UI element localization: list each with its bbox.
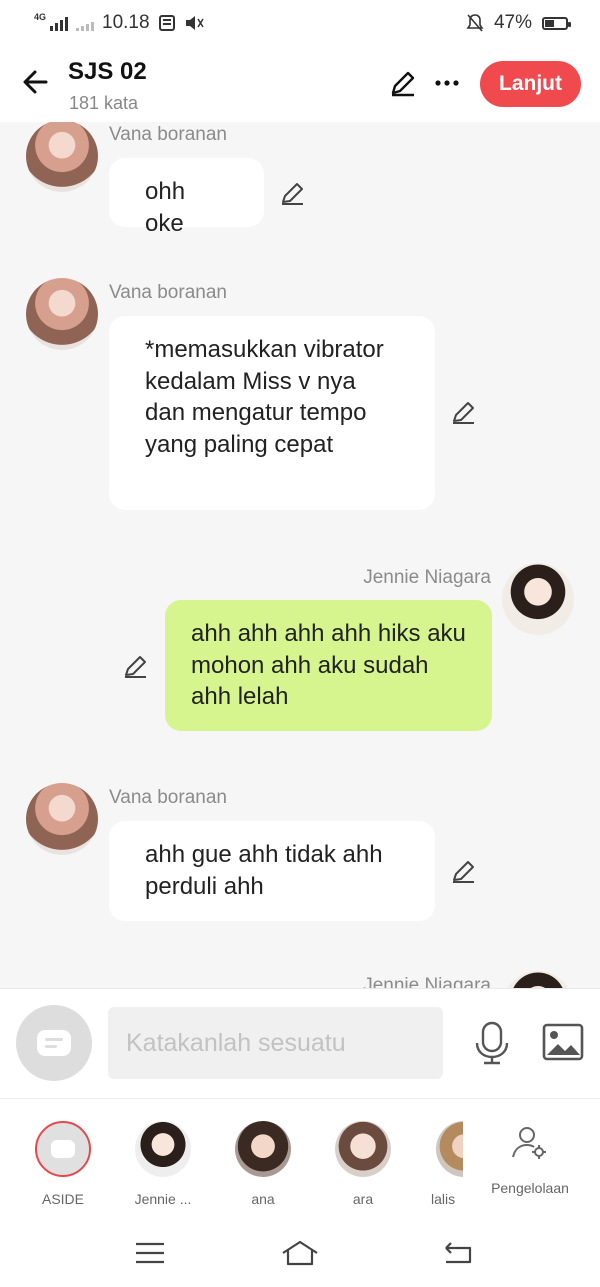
- back-icon[interactable]: [441, 1238, 475, 1268]
- notifications-off-icon: [466, 14, 484, 32]
- character-label: Jennie ...: [134, 1191, 192, 1207]
- message-input[interactable]: [108, 1007, 443, 1079]
- character-label: lalis: [431, 1191, 456, 1207]
- aside-icon: [35, 1121, 91, 1177]
- character-bar: ASIDE Jennie ... ana ara lalis Pengelola…: [0, 1098, 600, 1220]
- manage-label: Pengelolaan: [491, 1180, 569, 1196]
- character-aside[interactable]: ASIDE: [23, 1119, 103, 1207]
- pencil-icon[interactable]: [279, 179, 307, 207]
- character-lalisa[interactable]: lalis: [423, 1119, 463, 1207]
- avatar: [436, 1121, 463, 1177]
- avatar[interactable]: [502, 971, 574, 988]
- pencil-icon[interactable]: [450, 857, 478, 885]
- message-bubble[interactable]: ahh gue ahh tidak ahh perduli ahh: [109, 821, 435, 921]
- character-ara[interactable]: ara: [323, 1119, 403, 1207]
- home-icon[interactable]: [280, 1238, 320, 1268]
- menu-icon[interactable]: [133, 1238, 167, 1268]
- clock: 10.18: [102, 12, 150, 33]
- screenshot-icon: [158, 15, 175, 31]
- sender-name: Vana boranan: [109, 282, 227, 303]
- character-ana[interactable]: ana: [223, 1119, 303, 1207]
- input-bar: [0, 988, 600, 1098]
- message-bubble[interactable]: ahh ahh ahh ahh hiks aku mohon ahh aku s…: [165, 600, 492, 731]
- character-jennie[interactable]: Jennie ...: [123, 1119, 203, 1207]
- message-bubble[interactable]: ohh oke: [109, 158, 264, 237]
- battery-icon: [542, 16, 571, 30]
- sender-name: Vana boranan: [109, 124, 227, 145]
- signal-icon-secondary: [76, 15, 95, 31]
- manage-button[interactable]: Pengelolaan: [480, 1123, 580, 1196]
- pencil-icon[interactable]: [122, 652, 150, 680]
- arrow-left-icon[interactable]: [18, 64, 54, 100]
- character-label: ara: [352, 1191, 374, 1207]
- network-type: 4G: [34, 12, 47, 22]
- character-label: ASIDE: [41, 1191, 84, 1207]
- pencil-icon[interactable]: [450, 398, 478, 426]
- avatar: [235, 1121, 291, 1177]
- sender-name: Jennie Niagara: [363, 567, 491, 588]
- avatar[interactable]: [502, 563, 574, 635]
- status-bar: 4G 10.18 47%: [0, 0, 600, 46]
- chat-bubble-icon: [37, 1030, 71, 1056]
- battery-percent: 47%: [493, 12, 532, 33]
- page-title: SJS 02: [68, 58, 147, 85]
- message: Vana boranan ahh gue ahh tidak ahh perdu…: [0, 783, 600, 923]
- word-count: 181 kata: [69, 93, 139, 113]
- message: Vana boranan *memasukkan vibrator kedala…: [0, 278, 600, 518]
- more-icon[interactable]: [432, 68, 462, 98]
- avatar[interactable]: [26, 783, 98, 855]
- signal-icon: [50, 15, 69, 31]
- avatar[interactable]: [26, 122, 98, 192]
- next-button[interactable]: Lanjut: [480, 61, 581, 107]
- image-icon[interactable]: [542, 1023, 584, 1061]
- character-label: ana: [251, 1191, 275, 1207]
- sender-name: Vana boranan: [109, 787, 227, 808]
- user-gear-icon: [512, 1127, 546, 1159]
- avatar[interactable]: [26, 278, 98, 350]
- message: Jennie Niagara ahh ahh ahh ahh hiks aku …: [0, 562, 600, 742]
- chat-area[interactable]: Vana boranan ohh oke Vana boranan *memas…: [0, 122, 600, 988]
- system-nav-bar: [0, 1220, 600, 1287]
- pencil-icon[interactable]: [388, 68, 418, 98]
- avatar: [335, 1121, 391, 1177]
- sender-name: Jennie Niagara: [363, 975, 491, 988]
- chat-header: SJS 02 181 kata Lanjut: [0, 46, 600, 122]
- message-bubble[interactable]: *memasukkan vibrator kedalam Miss v nya …: [109, 316, 435, 510]
- message: Vana boranan ohh oke: [0, 122, 600, 242]
- aside-button[interactable]: [16, 1005, 92, 1081]
- avatar: [135, 1121, 191, 1177]
- microphone-icon[interactable]: [474, 1021, 510, 1065]
- message: Jennie Niagara: [0, 968, 600, 988]
- mute-icon: [185, 16, 204, 30]
